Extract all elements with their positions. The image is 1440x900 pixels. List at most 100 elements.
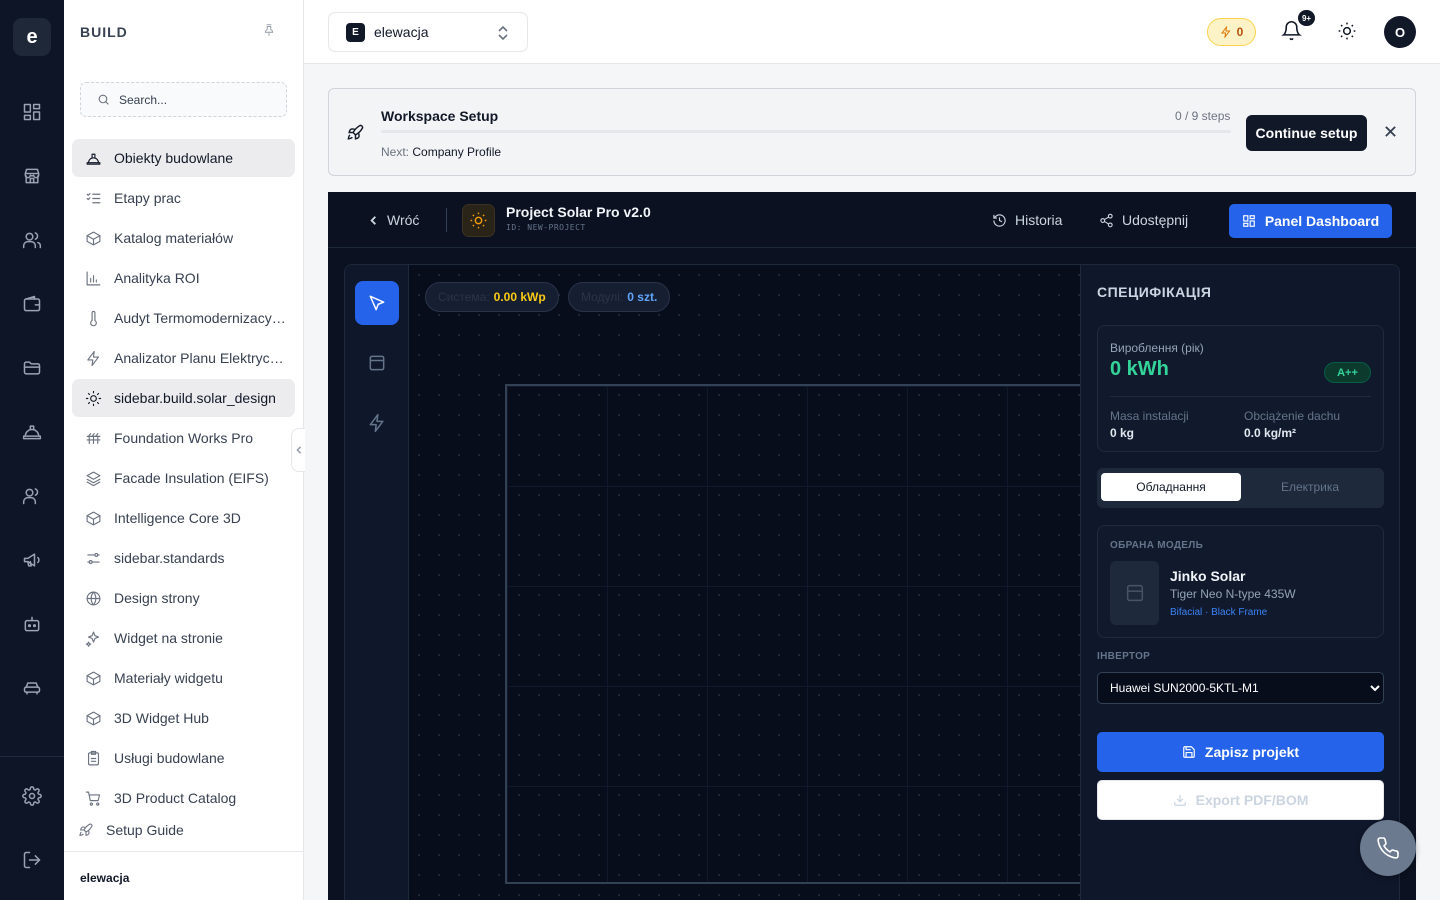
sidebar-item[interactable]: sidebar.standards bbox=[72, 539, 295, 577]
sidebar-item-label: 3D Product Catalog bbox=[114, 790, 237, 806]
footer-workspace[interactable]: elewacja bbox=[80, 871, 129, 885]
store-icon[interactable] bbox=[20, 164, 44, 188]
panel-dashboard-label: Panel Dashboard bbox=[1264, 213, 1380, 229]
mass-label: Masa instalacji bbox=[1110, 409, 1189, 423]
sidebar-item[interactable]: 3D Widget Hub bbox=[72, 699, 295, 737]
sidebar-item[interactable]: Analizator Planu Elektrycznego bbox=[72, 339, 295, 377]
sidebar-item[interactable]: Materiały widgetu bbox=[72, 659, 295, 697]
sidebar-item[interactable]: Foundation Works Pro bbox=[72, 419, 295, 457]
cube-icon bbox=[84, 509, 102, 527]
sidebar-item-label: Widget na stronie bbox=[114, 630, 223, 646]
sidebar-item[interactable]: Katalog materiałów bbox=[72, 219, 295, 257]
globe-icon bbox=[84, 589, 102, 607]
setup-guide-label: Setup Guide bbox=[106, 822, 184, 838]
sidebar-item[interactable]: sidebar.build.solar_design bbox=[72, 379, 295, 417]
setup-guide-link[interactable]: Setup Guide bbox=[78, 822, 184, 838]
folder-icon[interactable] bbox=[20, 356, 44, 380]
sidebar-item-label: Audyt Termomodernizacyjny bbox=[114, 310, 286, 326]
share-label: Udostępnij bbox=[1122, 212, 1189, 228]
sun-icon[interactable] bbox=[1337, 21, 1359, 43]
bar-chart-icon bbox=[84, 269, 102, 287]
users-icon[interactable] bbox=[20, 228, 44, 252]
dashboard-icon[interactable] bbox=[20, 100, 44, 124]
workspace-selector[interactable]: E elewacja bbox=[328, 12, 528, 52]
settings-icon[interactable] bbox=[20, 784, 44, 808]
panel-icon bbox=[369, 355, 385, 371]
car-icon[interactable] bbox=[20, 676, 44, 700]
panel-dashboard-button[interactable]: Panel Dashboard bbox=[1229, 204, 1392, 238]
lightning-icon bbox=[1220, 26, 1231, 38]
selected-model-card[interactable]: ОБРАНА МОДЕЛЬ Jinko Solar Tiger Neo N-ty… bbox=[1097, 525, 1384, 638]
search-input[interactable] bbox=[119, 92, 269, 107]
rocket-icon bbox=[346, 123, 366, 143]
sidebar-item[interactable]: Intelligence Core 3D bbox=[72, 499, 295, 537]
pin-icon[interactable] bbox=[262, 23, 278, 39]
search-box[interactable] bbox=[80, 82, 287, 117]
box-icon bbox=[84, 229, 102, 247]
sidebar-item[interactable]: Facade Insulation (EIFS) bbox=[72, 459, 295, 497]
logout-icon[interactable] bbox=[20, 848, 44, 872]
inverter-select[interactable]: Huawei SUN2000-5KTL-M1 bbox=[1097, 672, 1384, 704]
sidebar-collapse-handle[interactable] bbox=[291, 428, 305, 472]
history-button[interactable]: Historia bbox=[992, 212, 1062, 228]
save-project-button[interactable]: Zapisz projekt bbox=[1097, 732, 1384, 772]
sidebar-item-label: Obiekty budowlane bbox=[114, 150, 234, 166]
system-power-chip: Система: 0.00 kWp bbox=[425, 282, 559, 312]
tab-electrical[interactable]: Електрика bbox=[1240, 473, 1380, 501]
design-canvas[interactable]: Система: 0.00 kWp Модулі: 0 szt. bbox=[409, 265, 1105, 900]
energy-count: 0 bbox=[1236, 25, 1244, 39]
history-icon bbox=[993, 213, 1006, 227]
chip-value: 0 szt. bbox=[627, 290, 658, 304]
phone-call-button[interactable] bbox=[1360, 820, 1416, 876]
cart-icon bbox=[84, 789, 102, 807]
tab-equipment[interactable]: Обладнання bbox=[1101, 473, 1241, 501]
sidebar-item[interactable]: Etapy prac bbox=[72, 179, 295, 217]
foundation-icon bbox=[84, 429, 102, 447]
bot-icon[interactable] bbox=[20, 612, 44, 636]
sidebar-item-label: Foundation Works Pro bbox=[114, 430, 254, 446]
save-icon bbox=[1183, 746, 1195, 758]
sidebar-item[interactable]: Usługi budowlane bbox=[72, 739, 295, 777]
sun-icon bbox=[462, 204, 495, 237]
close-icon[interactable] bbox=[1384, 125, 1398, 139]
layers-icon bbox=[84, 469, 102, 487]
specification-panel: СПЕЦИФІКАЦІЯ Вироблення (рік) 0 kWh A++ … bbox=[1080, 265, 1399, 900]
rocket-icon bbox=[79, 823, 93, 836]
efficiency-grade-badge: A++ bbox=[1324, 362, 1371, 383]
sidebar-item[interactable]: Design strony bbox=[72, 579, 295, 617]
sidebar-item[interactable]: Audyt Termomodernizacyjny bbox=[72, 299, 295, 337]
sidebar-item-label: Facade Insulation (EIFS) bbox=[114, 470, 269, 486]
energy-credits-badge[interactable]: 0 bbox=[1207, 18, 1256, 46]
project-name: Project Solar Pro v2.0 bbox=[506, 204, 651, 220]
roof-area[interactable] bbox=[505, 384, 1105, 884]
workspace-name: elewacja bbox=[374, 24, 429, 40]
mass-value: 0 kg bbox=[1110, 426, 1135, 440]
checklist-icon bbox=[84, 189, 102, 207]
panel-tool[interactable] bbox=[355, 341, 399, 385]
select-tool[interactable] bbox=[355, 281, 399, 325]
share-button[interactable]: Udostępnij bbox=[1099, 212, 1188, 228]
inverter-label: ІНВЕРТОР bbox=[1097, 651, 1151, 662]
sidebar-item[interactable]: Obiekty budowlane bbox=[72, 139, 295, 177]
export-pdf-button[interactable]: Export PDF/BOM bbox=[1097, 780, 1384, 820]
production-card: Вироблення (рік) 0 kWh A++ Masa instalac… bbox=[1097, 325, 1384, 452]
production-label: Вироблення (рік) bbox=[1110, 341, 1204, 355]
sidebar-item-label: Analizator Planu Elektrycznego bbox=[114, 350, 286, 366]
back-button[interactable]: Wróć bbox=[368, 212, 419, 228]
sidebar-item[interactable]: Widget na stronie bbox=[72, 619, 295, 657]
sidebar-nav: Obiekty budowlane Etapy prac Katalog mater… bbox=[72, 139, 295, 819]
team-icon[interactable] bbox=[20, 484, 44, 508]
model-name: Tiger Neo N-type 435W bbox=[1170, 587, 1296, 601]
panel-thumbnail bbox=[1110, 561, 1159, 625]
project-id: ID: NEW-PROJECT bbox=[506, 223, 586, 232]
avatar[interactable]: O bbox=[1384, 16, 1416, 48]
megaphone-icon[interactable] bbox=[20, 548, 44, 572]
electrical-tool[interactable] bbox=[355, 401, 399, 445]
spec-tabs: Обладнання Електрика bbox=[1097, 468, 1384, 508]
construction-icon[interactable] bbox=[20, 420, 44, 444]
sidebar-item[interactable]: Analityka ROI bbox=[72, 259, 295, 297]
continue-setup-button[interactable]: Continue setup bbox=[1246, 115, 1367, 151]
app-logo[interactable]: e bbox=[13, 18, 51, 56]
wallet-icon[interactable] bbox=[20, 292, 44, 316]
sidebar-item[interactable]: 3D Product Catalog bbox=[72, 779, 295, 817]
